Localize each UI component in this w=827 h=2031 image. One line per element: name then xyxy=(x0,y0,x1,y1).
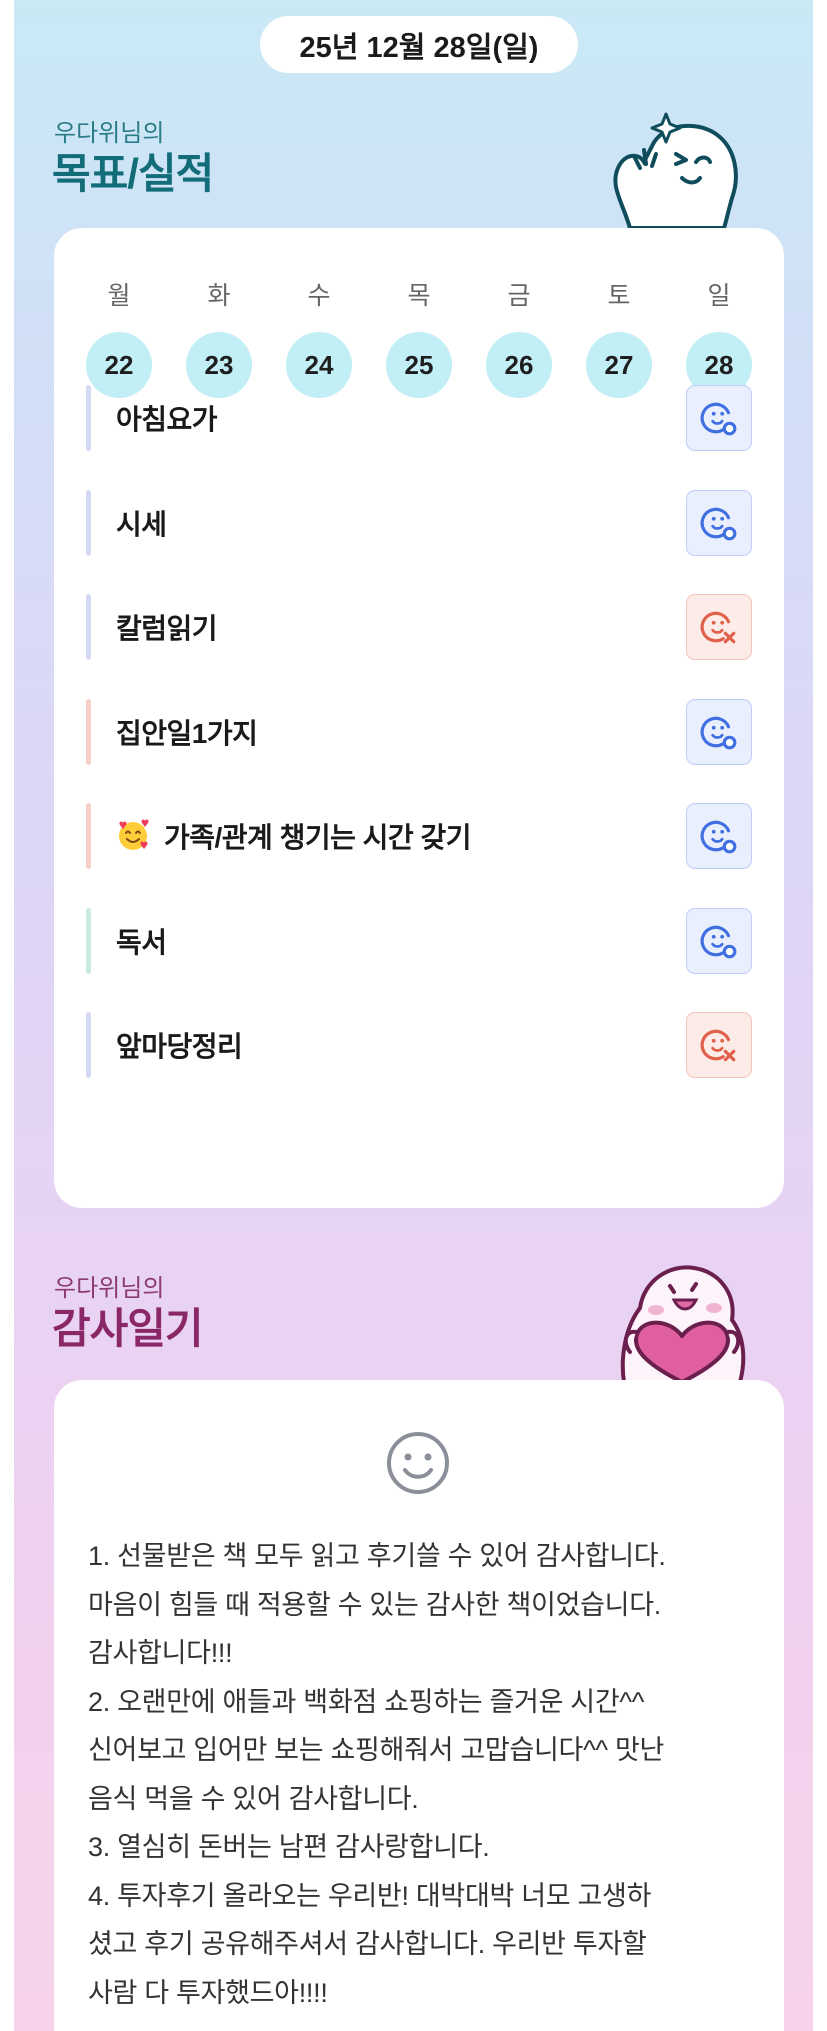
goal-color-bar xyxy=(86,803,91,869)
gratitude-card: 1. 선물받은 책 모두 읽고 후기쓸 수 있어 감사합니다. 마음이 힘들 때 … xyxy=(54,1380,784,2031)
sad-x-icon xyxy=(700,1026,738,1064)
goal-label: 아침요가 xyxy=(116,385,218,451)
goal-done-button[interactable] xyxy=(686,490,752,556)
goal-color-bar xyxy=(86,1012,91,1078)
weekday-row: 월화수목금토일 xyxy=(86,276,752,312)
smiley-icon xyxy=(387,1432,449,1494)
smile-check-icon xyxy=(700,817,738,855)
goal-label: 앞마당정리 xyxy=(116,1012,243,1078)
gratitude-line: 2. 오랜만에 애들과 백화점 쇼핑하는 즐거운 시간^^ xyxy=(88,1686,645,1717)
goal-row[interactable]: 앞마당정리 xyxy=(86,1012,752,1078)
goal-row[interactable]: 아침요가 xyxy=(86,385,752,451)
gratitude-line: 신어보고 입어만 보는 쇼핑해줘서 고맙습니다^^ 맛난 xyxy=(88,1735,665,1765)
goal-done-button[interactable] xyxy=(686,385,752,451)
gratitude-text: 1. 선물받은 책 모두 읽고 후기쓸 수 있어 감사합니다. 마음이 힘들 때 … xyxy=(88,1532,758,2017)
goal-color-bar xyxy=(86,490,91,556)
goal-row[interactable]: 독서 xyxy=(86,908,752,974)
heart-mascot-icon xyxy=(620,1265,746,1382)
goal-done-button[interactable] xyxy=(686,699,752,765)
goal-label-text: 가족/관계 챙기는 시간 갖기 xyxy=(164,822,471,853)
goal-label: 칼럼읽기 xyxy=(116,594,218,660)
weekday-label: 목 xyxy=(407,282,431,310)
weekday-label: 일 xyxy=(707,282,731,310)
goal-label: 시세 xyxy=(116,490,167,556)
smile-check-icon xyxy=(700,399,738,437)
smile-check-icon xyxy=(700,713,738,751)
gratitude-line: 셨고 후기 공유해주셔서 감사합니다. 우리반 투자할 xyxy=(88,1929,647,1959)
goal-label-text: 독서 xyxy=(116,927,167,958)
weekday-label: 수 xyxy=(307,282,331,310)
weekday-label: 토 xyxy=(607,282,631,310)
goal-row[interactable]: 가족/관계 챙기는 시간 갖기 xyxy=(86,803,752,869)
goal-label: 독서 xyxy=(116,908,167,974)
weekday-label: 월 xyxy=(107,282,131,310)
smile-check-icon xyxy=(700,504,738,542)
ghost-mascot-icon xyxy=(613,112,738,228)
goal-row[interactable]: 칼럼읽기 xyxy=(86,594,752,660)
goal-label: 집안일1가지 xyxy=(116,699,258,765)
goal-label-text: 앞마당정리 xyxy=(116,1031,243,1062)
goal-label-text: 칼럼읽기 xyxy=(116,613,218,644)
gratitude-line: 4. 투자후기 올라오는 우리반! 대박대박 너모 고생하 xyxy=(88,1880,652,1911)
goal-row[interactable]: 집안일1가지 xyxy=(86,699,752,765)
gratitude-line: 사람 다 투자했드아!!!! xyxy=(88,1977,328,2008)
gratitude-line: 3. 열심히 돈버는 남편 감사랑합니다. xyxy=(88,1832,490,1862)
goals-title: 목표/실적 xyxy=(52,150,214,197)
app-page: 25년 12월 28일(일) 우다위님의 목표/실적 월화수목금토일 22 23 2… xyxy=(14,0,813,2031)
goal-label-text: 집안일1가지 xyxy=(116,718,258,749)
goal-row[interactable]: 시세 xyxy=(86,490,752,556)
goal-color-bar xyxy=(86,699,91,765)
goal-color-bar xyxy=(86,594,91,660)
weekday-label: 금 xyxy=(507,282,531,310)
gratitude-title: 감사일기 xyxy=(52,1305,204,1352)
goal-color-bar xyxy=(86,908,91,974)
weekday-label: 화 xyxy=(207,282,231,310)
goal-done-button[interactable] xyxy=(686,908,752,974)
goal-label: 가족/관계 챙기는 시간 갖기 xyxy=(116,803,471,869)
gratitude-line: 음식 먹을 수 있어 감사합니다. xyxy=(88,1783,419,1814)
goal-label-text: 시세 xyxy=(116,509,167,540)
goal-label-text: 아침요가 xyxy=(116,404,218,435)
sad-x-icon xyxy=(700,608,738,646)
gratitude-line: 1. 선물받은 책 모두 읽고 후기쓸 수 있어 감사합니다. xyxy=(88,1541,666,1571)
goal-done-button[interactable] xyxy=(686,803,752,869)
smiling-face-with-hearts-icon xyxy=(116,819,150,853)
goal-color-bar xyxy=(86,385,91,451)
gratitude-line: 감사합니다!!! xyxy=(88,1638,233,1668)
goal-missed-button[interactable] xyxy=(686,1012,752,1078)
goal-missed-button[interactable] xyxy=(686,594,752,660)
smile-check-icon xyxy=(700,922,738,960)
date-header[interactable]: 25년 12월 28일(일) xyxy=(260,16,578,73)
goals-card: 월화수목금토일 22 23 24 25 26 27 28 아침요가 시세 칼럼읽기 집안일1가지 가… xyxy=(54,228,784,1208)
gratitude-line: 마음이 힘들 때 적용할 수 있는 감사한 책이었습니다. xyxy=(88,1589,661,1620)
